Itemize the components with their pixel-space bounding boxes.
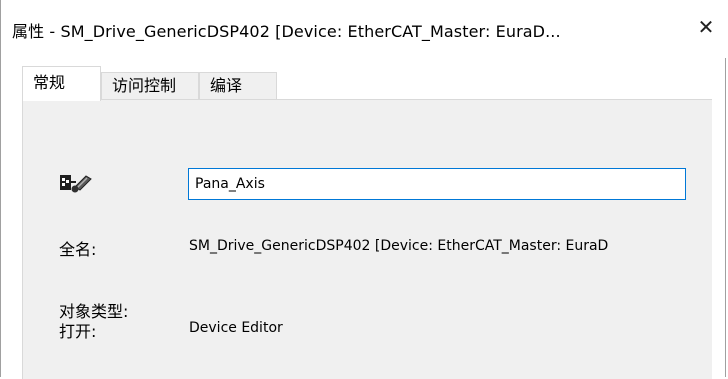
tab-access-control[interactable]: 访问控制 bbox=[101, 72, 199, 100]
close-button[interactable]: ✕ bbox=[689, 10, 723, 44]
name-field[interactable] bbox=[188, 168, 686, 200]
close-icon: ✕ bbox=[697, 15, 715, 39]
window-title: 属性 - SM_Drive_GenericDSP402 [Device: Eth… bbox=[12, 22, 561, 41]
device-drive-icon bbox=[60, 175, 92, 193]
tab-build[interactable]: 编译 bbox=[199, 72, 277, 100]
open-label: 打开: bbox=[59, 322, 97, 341]
tab-general[interactable]: 常规 bbox=[22, 66, 101, 101]
fullname-label: 全名: bbox=[59, 240, 97, 259]
open-value: Device Editor bbox=[189, 320, 283, 336]
properties-dialog: 属性 - SM_Drive_GenericDSP402 [Device: Eth… bbox=[0, 0, 727, 379]
tab-strip: 常规 访问控制 编译 bbox=[22, 66, 702, 101]
title-bar[interactable]: 属性 - SM_Drive_GenericDSP402 [Device: Eth… bbox=[1, 0, 727, 58]
fullname-value: SM_Drive_GenericDSP402 [Device: EtherCAT… bbox=[189, 238, 609, 254]
